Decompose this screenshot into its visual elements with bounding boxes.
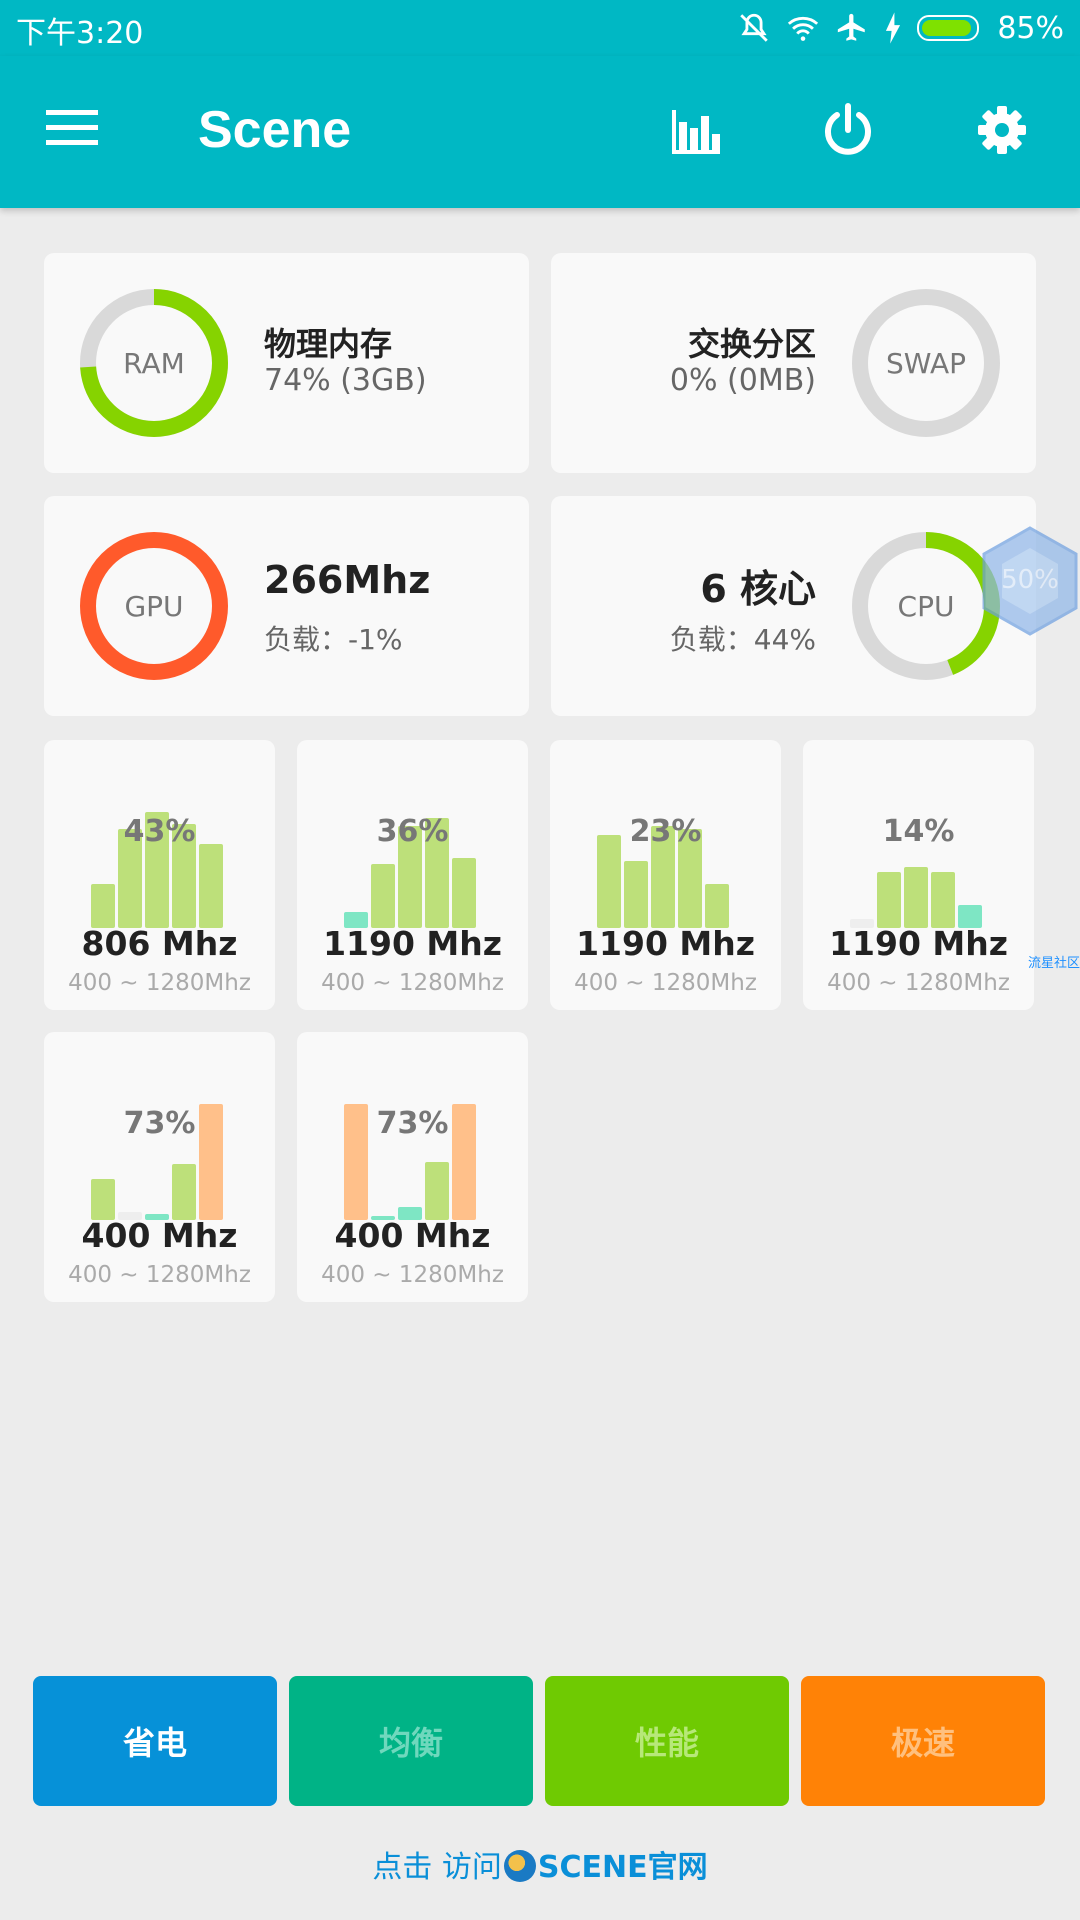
footer-site: SCENE官网 (537, 1850, 708, 1885)
performance-button[interactable]: 性能 (545, 1676, 789, 1806)
core-load-percent: 43% (123, 814, 196, 849)
ram-ring-label: RAM (123, 346, 185, 380)
core-load-bar (624, 861, 648, 928)
core-load-bar (904, 867, 928, 928)
core-frequency-range: 400 ~ 1280Mhz (68, 1262, 251, 1288)
core-card[interactable]: 73% 400 Mhz 400 ~ 1280Mhz (297, 1032, 528, 1302)
cpu-cores: 6 核心 (700, 567, 816, 611)
swap-ring-label: SWAP (886, 346, 966, 380)
fast-button[interactable]: 极速 (801, 1676, 1045, 1806)
cpu-ring: CPU (851, 531, 1001, 681)
core-load-bar (91, 884, 115, 928)
core-load-bar (705, 884, 729, 928)
ram-value: 74% (3GB) (264, 363, 427, 398)
cpu-load: 负载：44% (669, 623, 816, 656)
floating-widget-label: 50% (1001, 565, 1059, 595)
status-time: 下午3:20 (16, 16, 144, 51)
balanced-button[interactable]: 均衡 (289, 1676, 533, 1806)
wifi-icon (788, 16, 819, 41)
mute-icon (740, 13, 769, 42)
core-load-bar (425, 1162, 449, 1220)
gpu-ring-label: GPU (124, 589, 184, 623)
core-card[interactable]: 36% 1190 Mhz 400 ~ 1280Mhz (297, 740, 528, 1010)
ram-ring: RAM (79, 288, 229, 438)
power-icon[interactable] (818, 100, 878, 160)
battery-icon (917, 15, 980, 41)
core-frequency: 400 Mhz (81, 1216, 238, 1255)
edge-label: 流星社区 (1027, 956, 1080, 971)
gpu-card[interactable]: GPU 266Mhz 负载：-1% (44, 496, 529, 716)
core-load-percent: 36% (376, 814, 449, 849)
core-frequency-range: 400 ~ 1280Mhz (321, 1262, 504, 1288)
ram-title: 物理内存 (264, 325, 393, 363)
app-bar: Scene (0, 56, 1080, 208)
gpu-load: 负载：-1% (264, 623, 403, 656)
core-load-bar (199, 844, 223, 928)
charging-icon (886, 12, 901, 44)
core-load-percent: 73% (123, 1106, 196, 1141)
menu-icon[interactable] (46, 108, 104, 148)
core-load-bar (877, 872, 901, 928)
core-card[interactable]: 73% 400 Mhz 400 ~ 1280Mhz (44, 1032, 275, 1302)
gear-icon[interactable] (972, 100, 1032, 160)
battery-percent: 85% (997, 10, 1064, 46)
core-frequency: 1190 Mhz (576, 924, 755, 963)
core-frequency-range: 400 ~ 1280Mhz (321, 970, 504, 996)
bar-chart-icon[interactable] (666, 100, 726, 160)
swap-value: 0% (0MB) (669, 363, 816, 398)
core-card[interactable]: 43% 806 Mhz 400 ~ 1280Mhz (44, 740, 275, 1010)
power-save-button[interactable]: 省电 (33, 1676, 277, 1806)
core-load-percent: 14% (882, 814, 955, 849)
cpu-card[interactable]: 6 核心 负载：44% CPU (551, 496, 1036, 716)
core-frequency: 400 Mhz (334, 1216, 491, 1255)
core-frequency: 806 Mhz (81, 924, 238, 963)
cpu-ring-label: CPU (897, 589, 955, 623)
globe-icon (503, 1850, 536, 1882)
status-bar: 下午3:20 85% (0, 0, 1080, 56)
gpu-ring: GPU (79, 531, 229, 681)
official-site-link[interactable]: 点击 访问 SCENE官网 (0, 1842, 1080, 1886)
gpu-frequency: 266Mhz (264, 558, 431, 602)
swap-title: 交换分区 (687, 325, 816, 363)
core-load-bar (931, 872, 955, 928)
core-card[interactable]: 23% 1190 Mhz 400 ~ 1280Mhz (550, 740, 781, 1010)
core-card[interactable]: 14% 1190 Mhz 400 ~ 1280Mhz (803, 740, 1034, 1010)
core-frequency-range: 400 ~ 1280Mhz (574, 970, 757, 996)
swap-ring: SWAP (851, 288, 1001, 438)
core-frequency: 1190 Mhz (829, 924, 1008, 963)
core-frequency-range: 400 ~ 1280Mhz (827, 970, 1010, 996)
core-load-percent: 23% (629, 814, 702, 849)
core-frequency: 1190 Mhz (323, 924, 502, 963)
core-load-bar (452, 858, 476, 928)
core-load-bar (91, 1179, 115, 1220)
core-load-percent: 73% (376, 1106, 449, 1141)
airplane-icon (838, 13, 866, 41)
app-title: Scene (198, 101, 352, 159)
swap-card[interactable]: 交换分区 0% (0MB) SWAP (551, 253, 1036, 473)
core-load-bar (172, 1164, 196, 1220)
footer-prefix: 点击 访问 (372, 1850, 502, 1885)
ram-card[interactable]: RAM 物理内存 74% (3GB) (44, 253, 529, 473)
core-load-bar (371, 864, 395, 928)
core-frequency-range: 400 ~ 1280Mhz (68, 970, 251, 996)
floating-widget[interactable]: 50% (980, 526, 1080, 636)
